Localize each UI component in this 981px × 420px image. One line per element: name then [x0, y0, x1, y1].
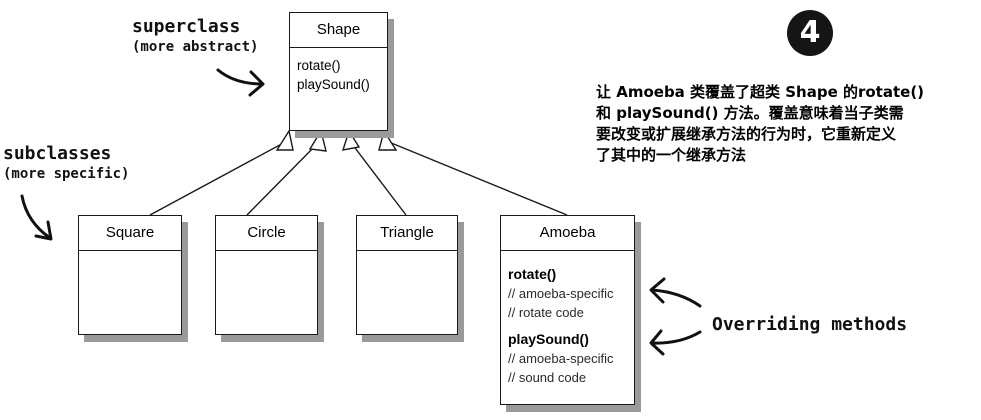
- amoeba-playsound-comment-1: // amoeba-specific: [508, 351, 614, 366]
- shape-methods: rotate() playSound(): [290, 48, 387, 94]
- shape-class-box: Shape rotate() playSound(): [289, 12, 388, 131]
- square-class-name: Square: [79, 216, 181, 251]
- amoeba-class-name: Amoeba: [501, 216, 634, 251]
- triangle-class-name: Triangle: [357, 216, 457, 251]
- shape-method-playsound: playSound(): [297, 77, 370, 92]
- diagram-lines: [20, 68, 702, 356]
- description-line-1: 让 Amoeba 类覆盖了超类 Shape 的rotate(): [596, 83, 925, 101]
- circle-class-name: Circle: [216, 216, 317, 251]
- amoeba-playsound-comment-2: // sound code: [508, 370, 587, 385]
- triangle-class-box: Triangle: [356, 215, 458, 335]
- amoeba-rotate-comment-1: // amoeba-specific: [508, 286, 614, 301]
- amoeba-rotate-comment-2: // rotate code: [508, 305, 584, 320]
- inheritance-line-circle: [246, 139, 322, 216]
- arrowhead-triangle: [341, 129, 361, 151]
- subclasses-arrow: [20, 194, 52, 240]
- subclasses-label: subclasses: [3, 143, 112, 164]
- inheritance-line-triangle: [348, 139, 407, 216]
- square-class-box: Square: [78, 215, 182, 335]
- arrowhead-amoeba: [378, 129, 398, 151]
- step-number-badge: 4: [787, 10, 833, 56]
- description-line-3: 要改变或扩展继承方法的行为时，它重新定义: [596, 125, 897, 143]
- superclass-annotation: superclass (more abstract): [132, 17, 258, 57]
- circle-class-box: Circle: [215, 215, 318, 335]
- inheritance-line-amoeba: [383, 139, 568, 216]
- arrowhead-square: [275, 129, 294, 151]
- arrowhead-circle: [308, 129, 327, 152]
- superclass-label: superclass: [132, 16, 241, 37]
- amoeba-methods: rotate() // amoeba-specific // rotate co…: [501, 251, 634, 387]
- description-line-4: 了其中的一个继承方法: [596, 146, 747, 164]
- subclasses-sublabel: (more specific): [3, 166, 130, 182]
- subclasses-annotation: subclasses (more specific): [3, 144, 129, 184]
- shape-method-rotate: rotate(): [297, 58, 341, 73]
- description-line-2: 和 playSound() 方法。覆盖意味着当子类需: [596, 104, 904, 122]
- amoeba-method-rotate: rotate(): [508, 266, 557, 282]
- description-text: 让 Amoeba 类覆盖了超类 Shape 的rotate() 和 playSo…: [596, 82, 976, 166]
- inheritance-line-square: [149, 139, 290, 216]
- overriding-methods-label: Overriding methods: [712, 314, 908, 335]
- amoeba-method-playsound: playSound(): [508, 331, 589, 347]
- shape-class-name: Shape: [290, 13, 387, 48]
- amoeba-class-box: Amoeba rotate() // amoeba-specific // ro…: [500, 215, 635, 405]
- superclass-sublabel: (more abstract): [132, 39, 259, 55]
